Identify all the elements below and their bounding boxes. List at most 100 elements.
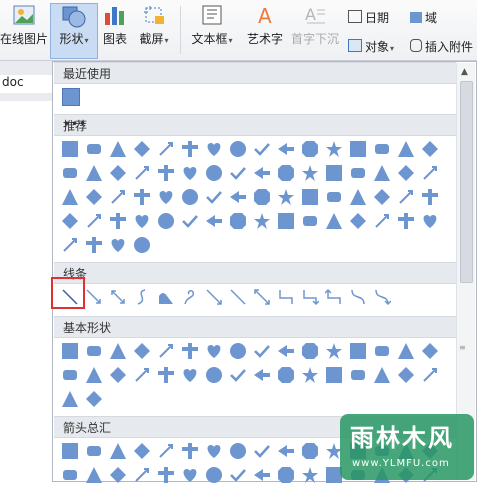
arrow-shape-icon[interactable] — [107, 464, 129, 486]
online-images-button[interactable]: 在线图片 — [0, 4, 48, 47]
recommended-shape-icon[interactable] — [275, 138, 297, 160]
recommended-shape-icon[interactable] — [419, 210, 441, 232]
screenshot-dropdown-caret[interactable]: ▾ — [165, 36, 169, 45]
arrow-shape-icon[interactable] — [227, 440, 249, 462]
basic-shape-icon[interactable] — [155, 340, 177, 362]
basic-shape-icon[interactable] — [227, 364, 249, 386]
basic-shape-icon[interactable] — [419, 340, 441, 362]
recommended-shape-icon[interactable] — [203, 186, 225, 208]
recommended-shape-icon[interactable] — [203, 138, 225, 160]
basic-shape-icon[interactable] — [251, 364, 273, 386]
arrow-shape-icon[interactable] — [107, 440, 129, 462]
recommended-shape-icon[interactable] — [275, 210, 297, 232]
recommended-shape-icon[interactable] — [203, 210, 225, 232]
recommended-shape-icon[interactable] — [347, 162, 369, 184]
basic-shape-icon[interactable] — [371, 340, 393, 362]
arrow-shape-icon[interactable] — [83, 464, 105, 486]
recommended-shape-icon[interactable] — [347, 138, 369, 160]
recommended-shape-icon[interactable] — [419, 162, 441, 184]
arrow-shape-icon[interactable] — [83, 440, 105, 462]
dropcap-button[interactable]: A 首字下沉 — [290, 4, 340, 47]
recommended-shape-icon[interactable] — [131, 234, 153, 256]
arrow-shape-icon[interactable] — [251, 440, 273, 462]
recommended-shape-icon[interactable] — [179, 162, 201, 184]
arrow-shape-icon[interactable] — [275, 464, 297, 486]
arrow-shape-icon[interactable] — [131, 440, 153, 462]
textbox-dropdown-caret[interactable]: ▾ — [229, 36, 233, 45]
recommended-shape-icon[interactable] — [419, 138, 441, 160]
basic-shape-icon[interactable] — [227, 340, 249, 362]
textbox-button[interactable]: 文本框▾ — [186, 4, 238, 47]
recommended-shape-icon[interactable] — [299, 186, 321, 208]
object-dropdown-caret[interactable]: ▾ — [390, 44, 394, 53]
line-shape-icon[interactable] — [83, 286, 105, 308]
basic-shape-icon[interactable] — [107, 364, 129, 386]
recommended-shape-icon[interactable] — [227, 210, 249, 232]
recommended-shape-icon[interactable] — [323, 186, 345, 208]
basic-shape-icon[interactable] — [59, 388, 81, 410]
arrow-shape-icon[interactable] — [275, 440, 297, 462]
more-icon[interactable]: ••• — [63, 117, 446, 131]
document-page[interactable] — [0, 101, 52, 482]
basic-shape-icon[interactable] — [251, 340, 273, 362]
line-shape-icon[interactable] — [155, 286, 177, 308]
wordart-button[interactable]: A 艺术字 — [244, 4, 286, 47]
line-shape-icon[interactable] — [131, 286, 153, 308]
basic-shape-icon[interactable] — [155, 364, 177, 386]
recommended-shape-icon[interactable] — [203, 162, 225, 184]
basic-shape-icon[interactable] — [395, 364, 417, 386]
arrow-shape-icon[interactable] — [299, 440, 321, 462]
basic-shape-icon[interactable] — [275, 340, 297, 362]
document-tab[interactable]: doc — [0, 75, 54, 93]
basic-shape-icon[interactable] — [347, 340, 369, 362]
recommended-shape-icon[interactable] — [251, 138, 273, 160]
arrow-shape-icon[interactable] — [155, 440, 177, 462]
recommended-shape-icon[interactable] — [299, 210, 321, 232]
basic-shape-icon[interactable] — [179, 364, 201, 386]
recommended-shape-icon[interactable] — [83, 210, 105, 232]
basic-shape-icon[interactable] — [83, 340, 105, 362]
recommended-shape-icon[interactable] — [107, 210, 129, 232]
recommended-shape-icon[interactable] — [371, 138, 393, 160]
recommended-shape-icon[interactable] — [83, 138, 105, 160]
line-shape-icon[interactable] — [251, 286, 273, 308]
arrow-shape-icon[interactable] — [59, 440, 81, 462]
basic-shape-icon[interactable] — [59, 340, 81, 362]
recommended-shape-icon[interactable] — [155, 186, 177, 208]
recommended-shape-icon[interactable] — [371, 210, 393, 232]
line-shape-icon[interactable] — [299, 286, 321, 308]
scroll-thumb[interactable] — [460, 81, 473, 283]
basic-shape-icon[interactable] — [323, 364, 345, 386]
recommended-shape-icon[interactable] — [83, 186, 105, 208]
arrow-shape-icon[interactable] — [203, 440, 225, 462]
recent-rectangle-shape[interactable] — [62, 88, 80, 106]
shapes-button[interactable]: 形状▾ — [50, 3, 98, 59]
recommended-shape-icon[interactable] — [179, 138, 201, 160]
object-button[interactable]: 对象▾ — [348, 38, 394, 55]
arrow-shape-icon[interactable] — [179, 440, 201, 462]
recommended-shape-icon[interactable] — [59, 186, 81, 208]
recommended-shape-icon[interactable] — [395, 138, 417, 160]
basic-shape-icon[interactable] — [323, 340, 345, 362]
arrow-shape-icon[interactable] — [131, 464, 153, 486]
recommended-shape-icon[interactable] — [251, 162, 273, 184]
basic-shape-icon[interactable] — [131, 340, 153, 362]
shapes-dropdown-caret[interactable]: ▾ — [85, 36, 89, 45]
recommended-shape-icon[interactable] — [107, 138, 129, 160]
recommended-shape-icon[interactable] — [347, 210, 369, 232]
arrow-shape-icon[interactable] — [155, 464, 177, 486]
recommended-shape-icon[interactable] — [59, 210, 81, 232]
recommended-shape-icon[interactable] — [347, 186, 369, 208]
recommended-shape-icon[interactable] — [155, 210, 177, 232]
basic-shape-icon[interactable] — [203, 364, 225, 386]
recommended-shape-icon[interactable] — [299, 162, 321, 184]
basic-shape-icon[interactable] — [179, 340, 201, 362]
recommended-shape-icon[interactable] — [323, 138, 345, 160]
recommended-shape-icon[interactable] — [131, 162, 153, 184]
recommended-shape-icon[interactable] — [227, 186, 249, 208]
recommended-shape-icon[interactable] — [227, 138, 249, 160]
recommended-shape-icon[interactable] — [275, 162, 297, 184]
recommended-shape-icon[interactable] — [395, 186, 417, 208]
recommended-shape-icon[interactable] — [299, 138, 321, 160]
recommended-shape-icon[interactable] — [179, 186, 201, 208]
